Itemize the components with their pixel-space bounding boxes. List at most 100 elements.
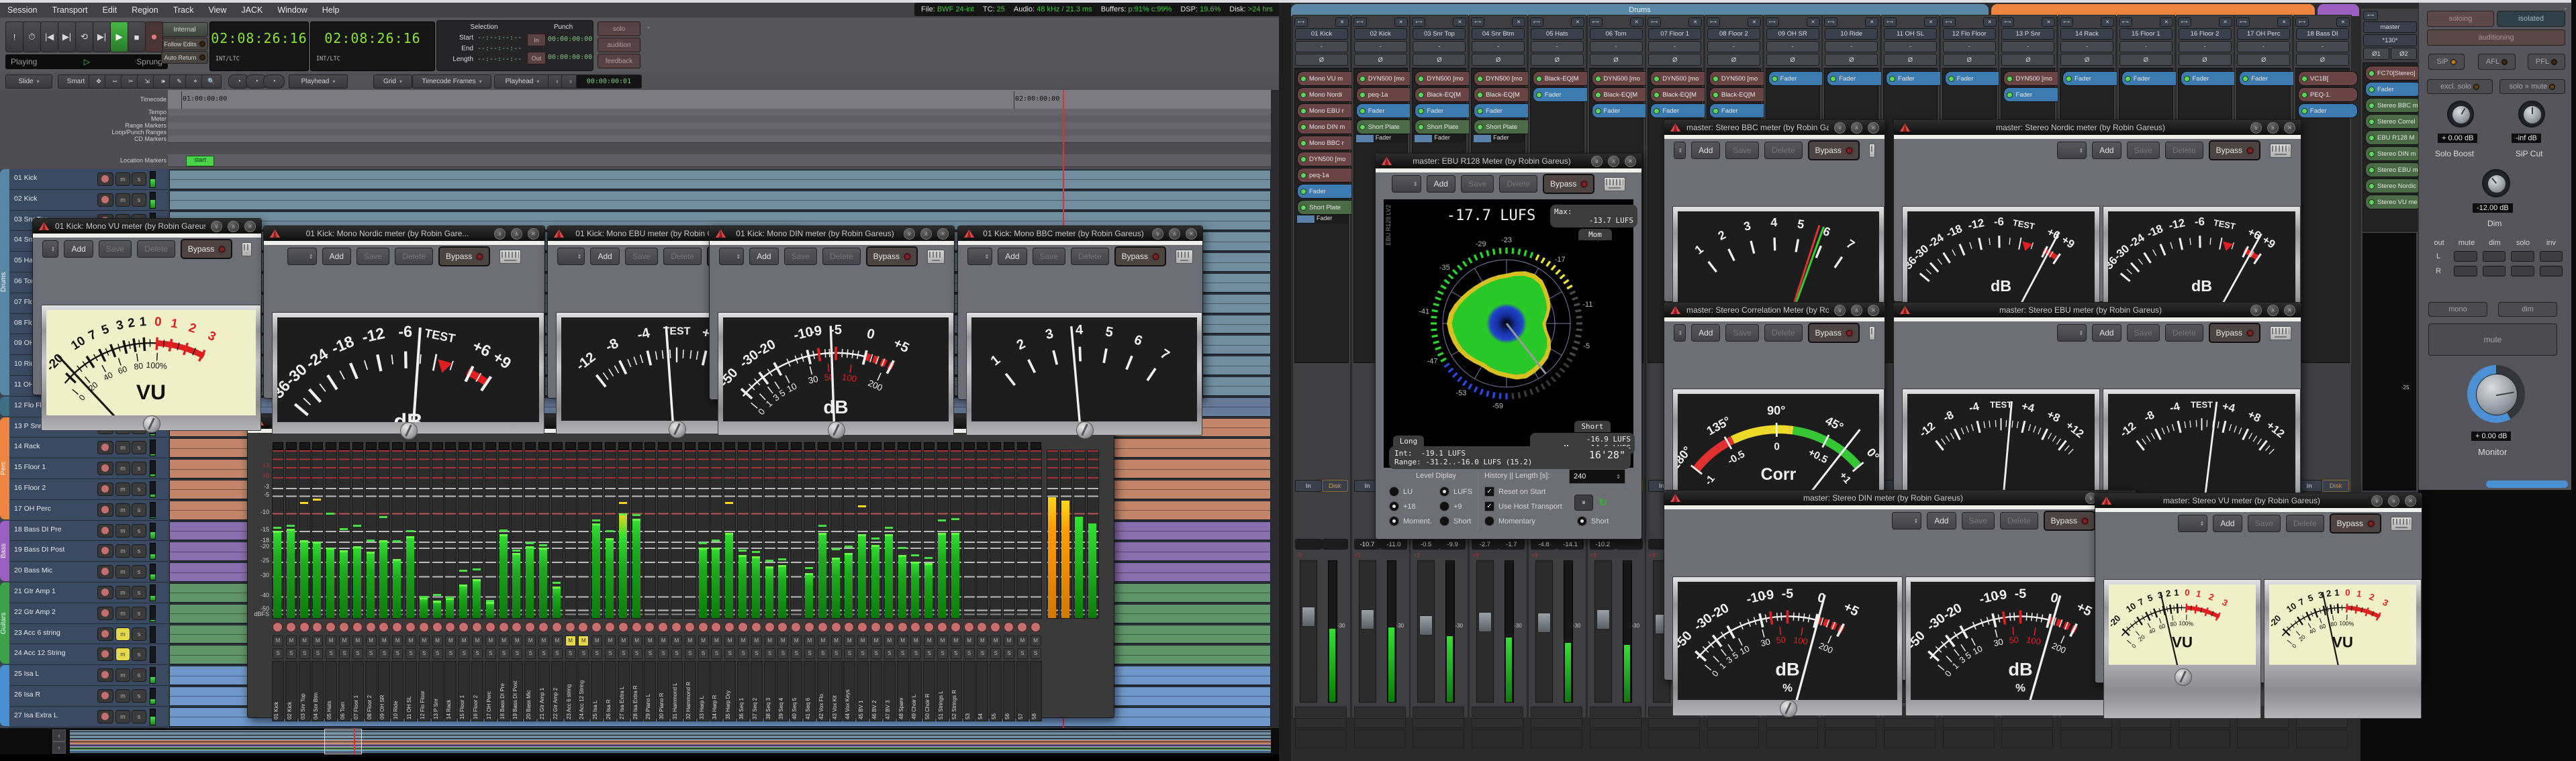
track-lane[interactable] [169, 169, 1271, 190]
processor-entry[interactable]: Fader [1945, 71, 2005, 86]
preset-combo[interactable]: ⇕ [287, 248, 317, 265]
peak-box[interactable] [432, 442, 443, 450]
record-enable-button[interactable] [937, 622, 947, 632]
keyboard-focus-icon[interactable] [927, 250, 945, 264]
strip-label[interactable]: 24 Acc 12 String [577, 661, 589, 721]
record-button[interactable]: ● [145, 21, 163, 52]
peak-box[interactable] [525, 442, 536, 450]
record-enable-button[interactable] [459, 622, 469, 632]
preset-save-button[interactable]: Save [99, 240, 132, 258]
bypass-button[interactable]: Bypass [2209, 323, 2260, 343]
record-enable-button[interactable] [97, 544, 113, 558]
fader-mini[interactable]: Fader [1473, 134, 1525, 143]
solo-button[interactable]: s [132, 524, 146, 538]
record-enable-button[interactable] [565, 622, 575, 632]
mute-button[interactable]: M [698, 636, 709, 646]
strip-phase-button[interactable]: Ø [1648, 54, 1701, 66]
window-maximize-button[interactable]: ∧ [2388, 495, 2399, 507]
strip-label[interactable]: 48 Spare [897, 661, 909, 721]
mute-button[interactable]: M [751, 636, 762, 646]
strip-label[interactable]: 16 Floor 2 [471, 661, 483, 721]
strip-label[interactable]: 20 Bass Mic [524, 661, 536, 721]
peak-box[interactable] [565, 442, 576, 450]
group-tab-Perc[interactable]: Perc [0, 417, 9, 519]
solo-button[interactable]: S [406, 648, 416, 659]
record-enable-button[interactable] [97, 193, 113, 207]
strip-phase-button[interactable]: Ø [1413, 54, 1466, 66]
preset-combo[interactable]: ⇕ [2178, 515, 2207, 532]
bypass-button[interactable]: Bypass [866, 246, 918, 266]
preset-delete-button[interactable]: Delete [1764, 142, 1803, 159]
sync-internal-button[interactable]: Internal [161, 22, 208, 37]
record-enable-button[interactable] [97, 648, 113, 661]
strip-input-button[interactable]: - [2001, 41, 2054, 52]
strip-hide-button[interactable]: ✕ [1865, 17, 1878, 27]
processor-entry[interactable]: Fader [1297, 184, 1357, 199]
strip-name-button[interactable]: 13 P Snr [2001, 28, 2054, 40]
processor-entry[interactable]: DYN500 [mo [2003, 71, 2063, 86]
strip-input-button[interactable]: - [2296, 41, 2349, 52]
solo-button[interactable]: S [339, 648, 350, 659]
record-enable-button[interactable] [97, 441, 113, 454]
peak-box[interactable] [605, 442, 616, 450]
solo-button[interactable]: s [132, 607, 146, 620]
preset-save-button[interactable]: Save [1033, 248, 1065, 265]
mute-button[interactable]: m [115, 689, 130, 703]
strip-in-button[interactable]: In [1295, 480, 1322, 492]
loop-button[interactable]: ⟲ [75, 21, 93, 52]
exclaim-button[interactable]: ! [5, 21, 23, 52]
menu-region[interactable]: Region [124, 5, 166, 15]
processor-entry[interactable]: Stereo BBC m [2365, 98, 2422, 113]
strip-hide-button[interactable]: ✕ [1335, 17, 1349, 27]
window-close-button[interactable]: ✕ [1868, 122, 1879, 134]
strip-label[interactable]: 49 Choir L [910, 661, 922, 721]
strip-hide-button[interactable]: ✕ [1512, 17, 1525, 27]
processor-entry[interactable]: DYN500 [mo [1474, 71, 1533, 86]
solo-button[interactable]: S [671, 648, 682, 659]
peak-box[interactable] [910, 442, 921, 450]
monitor-dim-L-button[interactable] [2483, 251, 2506, 262]
strip-width-button[interactable]: ⟷ [1883, 17, 1897, 27]
strip-input-button[interactable]: - [1884, 41, 1937, 52]
mute-button[interactable]: M [512, 636, 522, 646]
peak-box[interactable] [751, 442, 762, 450]
window-titlebar[interactable]: master: Stereo BBC meter (by Robin Gareu… [1664, 120, 1885, 135]
mute-button[interactable]: M [312, 636, 323, 646]
peak-box[interactable] [1031, 442, 1041, 450]
strip-width-button[interactable]: ⟷ [1824, 17, 1838, 27]
strip-name-button[interactable]: 12 Flo Floor [1943, 28, 1996, 40]
keyboard-focus-icon[interactable] [1869, 326, 1875, 340]
strip-phase-button[interactable]: Ø [1472, 54, 1525, 66]
peak-box[interactable] [711, 442, 722, 450]
record-enable-button[interactable] [97, 710, 113, 723]
peak-box[interactable] [632, 442, 642, 450]
solo-button[interactable]: S [499, 648, 510, 659]
strip-phase-button[interactable]: Ø [2119, 54, 2173, 66]
bypass-button[interactable]: Bypass [1808, 323, 1860, 343]
strip-input-button[interactable]: - [1766, 41, 1819, 52]
monitor-mute-L-button[interactable] [2454, 251, 2477, 262]
window-close-button[interactable]: ✕ [1625, 156, 1636, 167]
track-header[interactable]: 18 Bass DI Prems [10, 521, 168, 542]
secondary-clock[interactable]: 02:08:26:16INT/LTC [310, 21, 435, 71]
solo-button[interactable]: S [990, 648, 1001, 659]
phase1-button[interactable]: Ø1 [2363, 48, 2389, 60]
processor-entry[interactable]: Fader [2062, 71, 2122, 86]
fader-mini[interactable]: Fader [1296, 215, 1348, 223]
peak-box[interactable] [658, 442, 669, 450]
preset-delete-button[interactable]: Delete [395, 248, 433, 265]
fader-slot[interactable] [1535, 560, 1553, 703]
record-enable-button[interactable] [751, 622, 761, 632]
solo-button[interactable]: S [844, 648, 855, 659]
go-start-button[interactable]: |◀ [40, 21, 58, 52]
comments-button[interactable] [1413, 718, 1464, 728]
track-header[interactable]: 15 Floor 1ms [10, 458, 168, 479]
peak-box[interactable] [312, 442, 323, 450]
mute-button[interactable]: M [1017, 636, 1028, 646]
reset-on-start-checkbox[interactable]: ✓Reset on Start [1484, 487, 1545, 497]
processor-entry[interactable]: Short Plate [1356, 119, 1416, 134]
strip-label[interactable]: 05 Hats [325, 661, 337, 721]
radio-momentary-level[interactable]: Moment. [1389, 516, 1432, 526]
mute-button[interactable]: M [618, 636, 629, 646]
window-titlebar[interactable]: master: Stereo EBU meter (by Robin Gareu… [1894, 303, 2301, 317]
